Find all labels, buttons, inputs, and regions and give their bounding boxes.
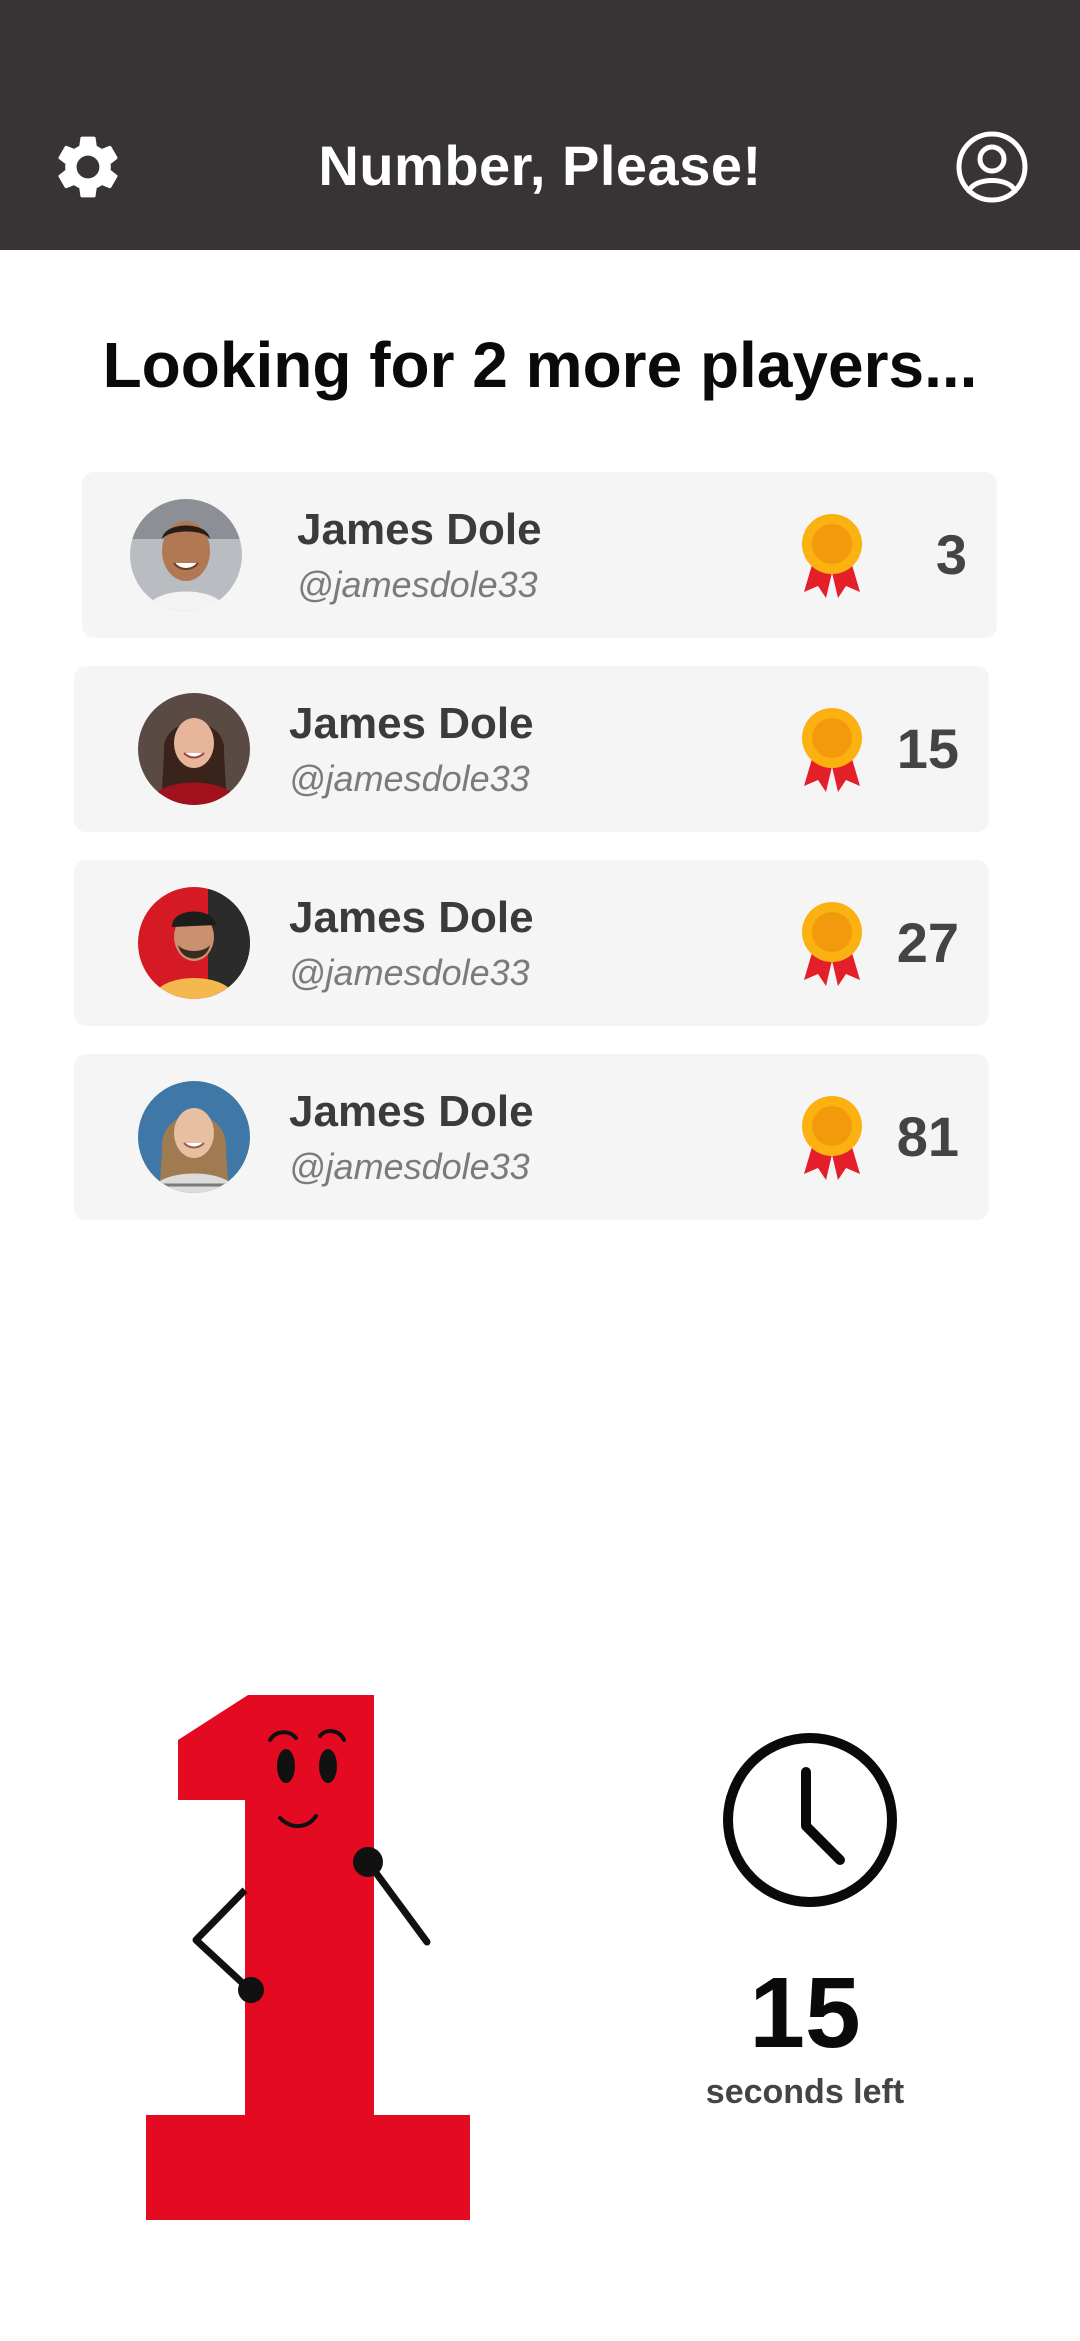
avatar: [138, 1081, 250, 1193]
player-handle: @jamesdole33: [297, 564, 538, 605]
number-one-mascot: [146, 1695, 470, 2220]
player-score: 81: [896, 1105, 959, 1168]
player-handle: @jamesdole33: [289, 758, 530, 799]
player-name: James Dole: [289, 699, 534, 748]
player-score: 15: [896, 717, 959, 780]
player-card[interactable]: James Dole @jamesdole33 81: [74, 1054, 989, 1220]
player-name: James Dole: [297, 505, 542, 554]
seconds-remaining: 15: [749, 1957, 861, 2069]
avatar: [130, 499, 242, 611]
avatar: [138, 887, 250, 999]
player-name: James Dole: [289, 1087, 534, 1136]
seconds-left-label: seconds left: [705, 2073, 905, 2111]
countdown-timer: 15 seconds left: [680, 1730, 930, 2130]
player-card[interactable]: James Dole @jamesdole33 27: [74, 860, 989, 1026]
player-score: 3: [935, 523, 967, 586]
avatar: [138, 693, 250, 805]
player-card[interactable]: James Dole @jamesdole33 3: [82, 472, 997, 638]
clock-icon: [723, 1733, 897, 1907]
player-list: James Dole @jamesdole33 3 James Dole @ja…: [0, 0, 1080, 1300]
player-handle: @jamesdole33: [289, 1146, 530, 1187]
player-handle: @jamesdole33: [289, 952, 530, 993]
player-card[interactable]: James Dole @jamesdole33 15: [74, 666, 989, 832]
player-name: James Dole: [289, 893, 534, 942]
player-score: 27: [896, 911, 959, 974]
